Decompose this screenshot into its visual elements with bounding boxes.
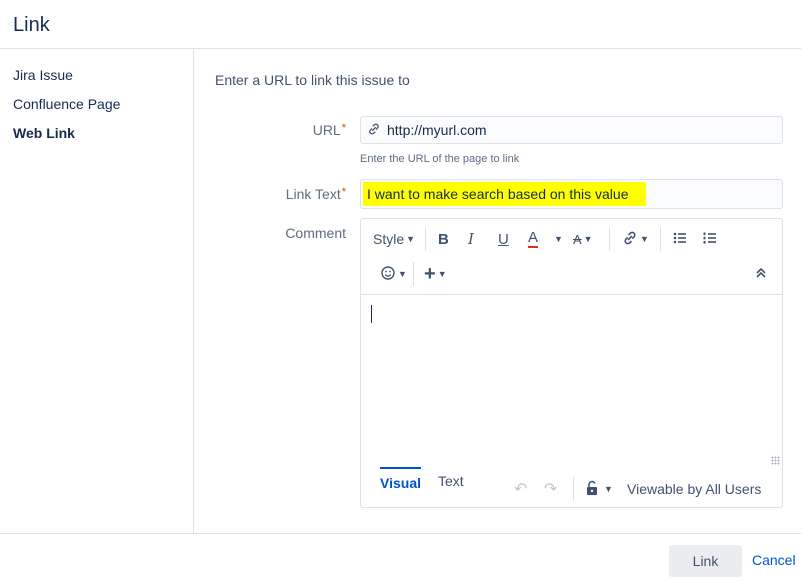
text-color-icon: A <box>528 229 539 248</box>
comment-editor: Style ▼ B I U A ▼ A ▼ ▼ ▼ + ▼ Visual Tex… <box>360 218 783 508</box>
style-label: Style <box>373 231 405 247</box>
italic-button[interactable]: I <box>468 227 474 251</box>
visibility-dropdown[interactable]: ▼ <box>585 477 613 501</box>
chevron-down-icon: ▼ <box>437 269 447 279</box>
emoji-button[interactable]: ▼ <box>380 262 407 286</box>
url-input[interactable]: http://myurl.com <box>360 116 783 144</box>
insert-more-button[interactable]: + ▼ <box>424 262 447 286</box>
dialog-title: Link <box>13 14 50 36</box>
toolbar-divider <box>425 227 426 251</box>
collapse-icon <box>755 266 767 282</box>
bold-button[interactable]: B <box>438 227 449 251</box>
text-caret <box>371 305 372 323</box>
form-intro: Enter a URL to link this issue to <box>215 72 410 88</box>
link-text-value: I want to make search based on this valu… <box>363 182 647 206</box>
underline-button[interactable]: U <box>498 227 509 251</box>
style-dropdown[interactable]: Style ▼ <box>373 227 415 251</box>
sidebar-item-jira-issue[interactable]: Jira Issue <box>13 67 73 83</box>
toolbar-divider <box>413 262 414 286</box>
tab-text[interactable]: Text <box>438 473 464 489</box>
resize-handle[interactable] <box>771 456 780 465</box>
link-text-input[interactable]: I want to make search based on this valu… <box>360 179 783 209</box>
link-text-label-text: Link Text <box>285 186 341 202</box>
tab-visual[interactable]: Visual <box>380 467 421 491</box>
text-color-button[interactable]: A <box>528 227 539 251</box>
link-icon <box>367 122 381 139</box>
bullet-list-button[interactable] <box>672 227 688 251</box>
required-marker: * <box>341 122 346 134</box>
toolbar-divider <box>660 227 661 251</box>
sidebar: Jira Issue Confluence Page Web Link <box>0 49 194 533</box>
plus-icon: + <box>424 262 436 285</box>
dialog-header: Link <box>0 0 801 49</box>
chevron-down-icon: ▼ <box>398 269 407 279</box>
chevron-down-icon: ▼ <box>406 234 416 244</box>
url-value: http://myurl.com <box>387 122 487 138</box>
undo-icon[interactable]: ↶ <box>514 479 527 499</box>
sidebar-item-web-link[interactable]: Web Link <box>13 125 75 141</box>
bullet-list-icon <box>672 230 688 249</box>
main-form: Enter a URL to link this issue to URL* h… <box>195 49 801 533</box>
url-label-text: URL <box>312 122 341 138</box>
numbered-list-icon <box>702 230 718 249</box>
sidebar-item-confluence-page[interactable]: Confluence Page <box>13 96 120 112</box>
numbered-list-button[interactable] <box>702 227 718 251</box>
url-label: URL* <box>313 122 346 138</box>
editor-footer: Visual Text ↶ ↷ ▼ Viewable by All Users <box>361 467 782 507</box>
unlock-icon <box>585 480 599 499</box>
footer-divider <box>573 477 574 501</box>
link-text-label: Link Text* <box>286 186 346 202</box>
link-button[interactable]: ▼ <box>622 227 649 251</box>
text-color-dropdown[interactable]: ▼ <box>552 227 563 251</box>
link-button-submit[interactable]: Link <box>669 545 742 577</box>
redo-icon[interactable]: ↷ <box>544 479 557 499</box>
chevron-down-icon: ▼ <box>554 234 563 244</box>
collapse-toolbar-button[interactable] <box>755 262 767 286</box>
url-helper-text: Enter the URL of the page to link <box>360 153 520 165</box>
visibility-label: Viewable by All Users <box>627 481 762 497</box>
more-formatting-icon: A <box>573 231 582 247</box>
link-icon <box>622 230 638 249</box>
more-formatting-button[interactable]: A ▼ <box>573 227 593 251</box>
required-marker: * <box>341 186 346 198</box>
toolbar-divider <box>609 227 610 251</box>
chevron-down-icon: ▼ <box>583 234 593 244</box>
emoji-icon <box>380 265 396 284</box>
chevron-down-icon: ▼ <box>604 484 613 494</box>
editor-toolbar: Style ▼ B I U A ▼ A ▼ ▼ ▼ + ▼ <box>361 219 782 295</box>
editor-content-area[interactable] <box>361 295 782 467</box>
comment-label: Comment <box>285 225 346 241</box>
dialog-footer: Link Cancel <box>0 533 801 583</box>
chevron-down-icon: ▼ <box>640 234 649 244</box>
cancel-link[interactable]: Cancel <box>752 552 796 568</box>
